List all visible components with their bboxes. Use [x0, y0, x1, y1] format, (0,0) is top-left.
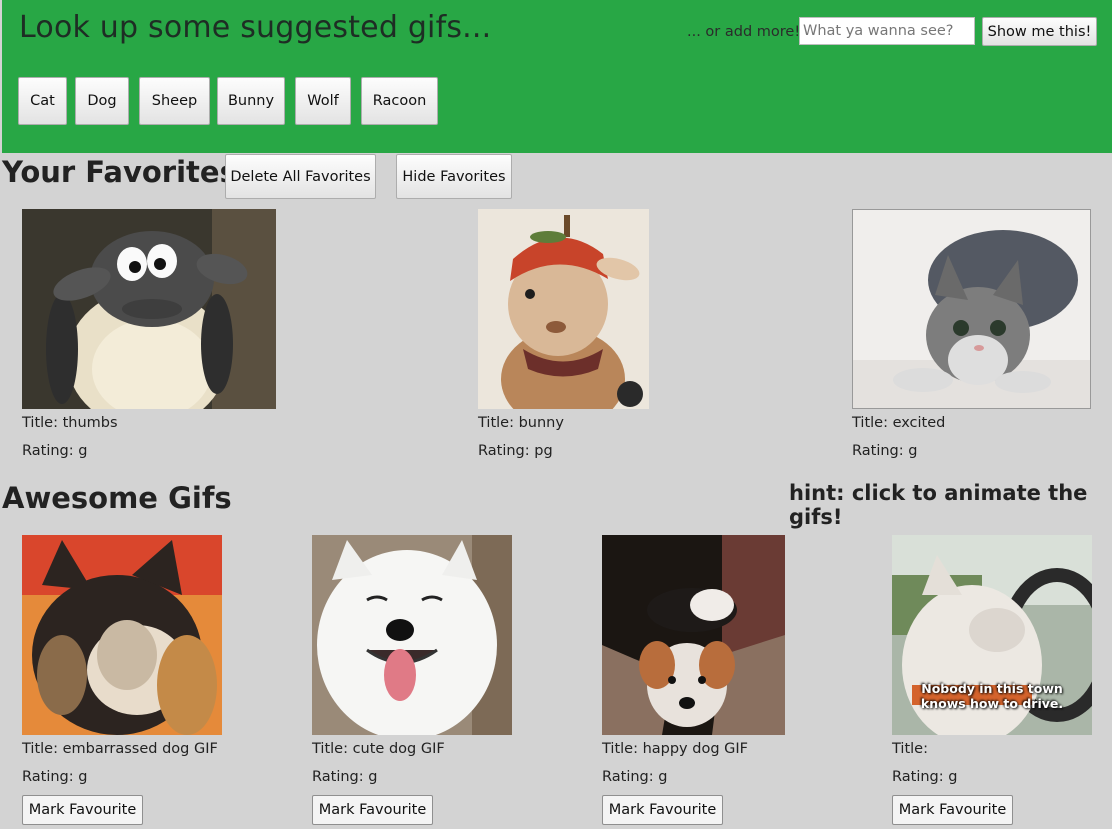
- favorites-heading: Your Favorites: [2, 155, 237, 189]
- bunny-image: [478, 209, 649, 409]
- awesome-gifs-heading: Awesome Gifs: [2, 481, 232, 515]
- favorite-card: Title: bunny Rating: pg: [478, 209, 649, 465]
- favorite-title: Title: bunny: [478, 415, 564, 431]
- gif-title: Title: happy dog GIF: [602, 741, 748, 757]
- cat-image: [853, 210, 1090, 408]
- delete-all-favorites-button[interactable]: Delete All Favorites: [225, 154, 376, 199]
- suggestion-button-dog[interactable]: Dog: [75, 77, 129, 125]
- happy-dog-image: [602, 535, 785, 735]
- mark-favourite-button[interactable]: Mark Favourite: [22, 795, 143, 825]
- hide-favorites-button[interactable]: Hide Favorites: [396, 154, 512, 199]
- gif-title: Title:: [892, 741, 928, 757]
- gif-image[interactable]: [22, 535, 222, 735]
- show-me-button[interactable]: Show me this!: [982, 17, 1097, 46]
- embarrassed-dog-image: [22, 535, 222, 735]
- gif-image[interactable]: [602, 535, 785, 735]
- favorite-title: Title: thumbs: [22, 415, 118, 431]
- suggestion-button-bunny[interactable]: Bunny: [217, 77, 285, 125]
- gif-caption-line: knows how to drive.: [920, 696, 1064, 711]
- favorite-card: Title: thumbs Rating: g: [22, 209, 276, 465]
- favorite-title: Title: excited: [852, 415, 946, 431]
- suggestion-button-cat[interactable]: Cat: [18, 77, 67, 125]
- gif-rating: Rating: g: [892, 769, 958, 785]
- gif-title: Title: embarrassed dog GIF: [22, 741, 218, 757]
- favorite-gif-image[interactable]: [478, 209, 649, 409]
- cute-dog-image: [312, 535, 512, 735]
- gif-image[interactable]: Nobody in this town knows how to drive.: [892, 535, 1092, 735]
- favorite-gif-image[interactable]: [852, 209, 1091, 409]
- mark-favourite-button[interactable]: Mark Favourite: [312, 795, 433, 825]
- search-input[interactable]: [799, 17, 975, 45]
- suggestion-button-sheep[interactable]: Sheep: [139, 77, 210, 125]
- hint-text: hint: click to animate the gifs!: [789, 481, 1088, 529]
- favorite-card: Title: excited Rating: g: [852, 209, 1091, 465]
- favorite-rating: Rating: g: [22, 443, 88, 459]
- gif-caption: Nobody in this town knows how to drive.: [892, 681, 1092, 711]
- favorite-rating: Rating: pg: [478, 443, 553, 459]
- favorite-rating: Rating: g: [852, 443, 918, 459]
- gif-image[interactable]: [312, 535, 512, 735]
- mark-favourite-button[interactable]: Mark Favourite: [892, 795, 1013, 825]
- suggestion-button-racoon[interactable]: Racoon: [361, 77, 438, 125]
- gif-caption-line: Nobody in this town: [921, 681, 1063, 696]
- favorite-gif-image[interactable]: [22, 209, 276, 409]
- gif-card: Title: embarrassed dog GIF Rating: g Mar…: [22, 535, 222, 825]
- gif-rating: Rating: g: [22, 769, 88, 785]
- gif-rating: Rating: g: [602, 769, 668, 785]
- gif-card: Title: cute dog GIF Rating: g Mark Favou…: [312, 535, 512, 825]
- sheep-image: [22, 209, 276, 409]
- gif-rating: Rating: g: [312, 769, 378, 785]
- page-title: Look up some suggested gifs...: [19, 10, 492, 45]
- gif-title: Title: cute dog GIF: [312, 741, 445, 757]
- search-header: Look up some suggested gifs... ... or ad…: [2, 0, 1112, 153]
- add-more-label: ... or add more!: [687, 24, 801, 40]
- suggestion-button-wolf[interactable]: Wolf: [295, 77, 351, 125]
- mark-favourite-button[interactable]: Mark Favourite: [602, 795, 723, 825]
- gif-card: Title: happy dog GIF Rating: g Mark Favo…: [602, 535, 785, 825]
- gif-card: Nobody in this town knows how to drive. …: [892, 535, 1092, 825]
